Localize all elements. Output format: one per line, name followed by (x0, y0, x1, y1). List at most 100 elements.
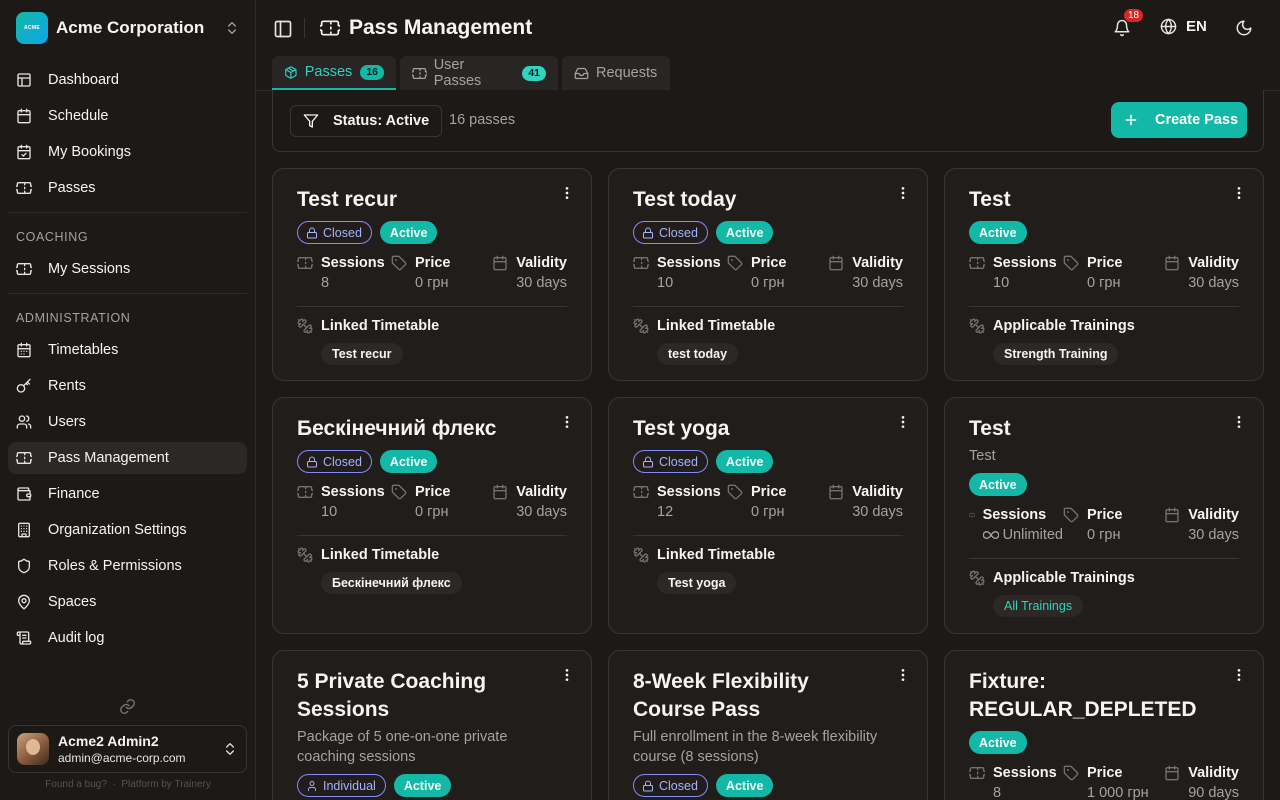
card-menu-button[interactable] (895, 185, 911, 201)
pass-title: Test (969, 417, 1011, 440)
card-menu-button[interactable] (559, 185, 575, 201)
pass-title: Test today (633, 188, 737, 211)
linked-chip[interactable]: Test recur (321, 343, 403, 365)
sidebar-item-schedule[interactable]: Schedule (8, 100, 247, 132)
card-menu-button[interactable] (1231, 185, 1247, 201)
user-menu[interactable]: Acme2 Admin2 admin@acme-corp.com (8, 725, 247, 773)
more-vertical-icon (1237, 416, 1241, 428)
pass-card[interactable]: Test Test Active Sessions Unlimited Price 0 гр… (944, 397, 1264, 634)
sidebar-item-audit-log[interactable]: Audit log (8, 622, 247, 654)
sidebar-item-timetables[interactable]: Timetables (8, 334, 247, 366)
org-logo: ACME (16, 12, 48, 44)
section-title: Applicable Trainings (993, 318, 1135, 334)
pass-title: Fixture: REGULAR_DEPLETED (969, 670, 1197, 721)
lock-icon (643, 456, 653, 467)
chevrons-up-down-icon (228, 22, 236, 34)
card-menu-button[interactable] (559, 667, 575, 683)
map-pin-icon (18, 594, 30, 610)
tab-label: User Passes (433, 57, 482, 89)
create-pass-button[interactable]: Create Pass (1111, 102, 1247, 138)
sidebar-item-dashboard[interactable]: Dashboard (8, 64, 247, 96)
sessions-value: 12 (657, 501, 721, 523)
stat-label: Price (751, 255, 787, 271)
sidebar-item-passes[interactable]: Passes (8, 172, 247, 204)
pass-title: Бескінечний флекс (297, 417, 497, 440)
pass-card[interactable]: Бескінечний флекс Closed Active Sessions 10 P… (272, 397, 592, 634)
sidebar-item-rents[interactable]: Rents (8, 370, 247, 402)
sessions-value-text: 8 (321, 275, 330, 291)
validity-stat: Validity 90 days (1157, 764, 1239, 800)
sidebar-item-label: Organization Settings (48, 522, 187, 538)
status-badge: Active (969, 473, 1027, 496)
sidebar-item-my-sessions[interactable]: My Sessions (8, 253, 247, 285)
sidebar-item-finance[interactable]: Finance (8, 478, 247, 510)
tab-requests[interactable]: Requests (562, 56, 670, 90)
sidebar-item-spaces[interactable]: Spaces (8, 586, 247, 618)
pass-description: Package of 5 one-on-one private coaching… (297, 729, 508, 765)
shield-icon (18, 558, 30, 574)
sidebar-item-users[interactable]: Users (8, 406, 247, 438)
link-icon[interactable] (119, 698, 136, 715)
pass-card[interactable]: Test today Closed Active Sessions 10 Price 0 г… (608, 168, 928, 381)
platform-credit[interactable]: Platform by Trainery (121, 779, 210, 790)
pass-card[interactable]: Test Active Sessions 10 Price 0 грн Validity 30… (944, 168, 1264, 381)
more-vertical-icon (565, 669, 569, 681)
status-filter-button[interactable]: Status: Active (290, 105, 443, 137)
card-menu-button[interactable] (1231, 667, 1247, 683)
linked-chip[interactable]: Strength Training (993, 343, 1119, 365)
sidebar-item-label: Audit log (48, 630, 105, 646)
linked-chip[interactable]: test today (657, 343, 739, 365)
sidebar-item-organization-settings[interactable]: Organization Settings (8, 514, 247, 546)
pass-card[interactable]: 5 Private Coaching Sessions Package of 5 … (272, 650, 592, 800)
sessions-stat: Sessions 12 (633, 483, 727, 523)
section-title: Applicable Trainings (993, 570, 1135, 586)
validity-value: 30 days (516, 275, 567, 291)
card-menu-button[interactable] (1231, 414, 1247, 430)
more-vertical-icon (901, 669, 905, 681)
dumbbell-icon (297, 547, 313, 563)
status-badge: Active (969, 221, 1027, 244)
sidebar-item-label: Dashboard (48, 72, 119, 88)
sidebar-toggle-icon[interactable] (273, 19, 293, 39)
stat-label: Price (415, 484, 451, 500)
pass-stats: Sessions 8 Price 1 000 грн Validity 90 days (969, 764, 1239, 800)
language-switcher[interactable]: EN (1160, 18, 1207, 35)
sidebar-item-pass-management[interactable]: Pass Management (8, 442, 247, 474)
sidebar-item-roles-permissions[interactable]: Roles & Permissions (8, 550, 247, 582)
badge-label: Closed (659, 778, 698, 793)
sidebar-item-label: Passes (48, 180, 96, 196)
pass-count-text: 16 passes (449, 112, 516, 128)
card-divider (969, 306, 1239, 307)
lock-icon (307, 456, 317, 467)
dumbbell-icon (969, 318, 985, 334)
moon-icon[interactable] (1235, 19, 1253, 37)
card-menu-button[interactable] (895, 667, 911, 683)
pass-title: 8-Week Flexibility Course Pass (633, 670, 809, 721)
pass-linked-section: Applicable Trainings (969, 317, 1239, 335)
tab-user-passes[interactable]: User Passes 41 (400, 56, 558, 90)
plus-icon (1125, 114, 1137, 126)
sidebar-item-my-bookings[interactable]: My Bookings (8, 136, 247, 168)
more-vertical-icon (1237, 669, 1241, 681)
closed-badge: Closed (633, 450, 708, 473)
linked-chip[interactable]: Бескінечний флекс (321, 572, 462, 594)
stat-label: Price (1087, 255, 1123, 271)
pass-card[interactable]: Test recur Closed Active Sessions 8 Price 0 гр… (272, 168, 592, 381)
pass-card[interactable]: Test yoga Closed Active Sessions 12 Price 0 гр… (608, 397, 928, 634)
card-menu-button[interactable] (895, 414, 911, 430)
page-title: Pass Management (349, 16, 533, 39)
stat-label: Sessions (993, 255, 1057, 271)
linked-chip[interactable]: Test yoga (657, 572, 737, 594)
card-menu-button[interactable] (559, 414, 575, 430)
org-switcher[interactable]: ACME Acme Corporation (16, 12, 240, 44)
sessions-value-text: 8 (993, 785, 1002, 800)
calendar-icon (493, 255, 507, 271)
report-bug-link[interactable]: Found a bug? (45, 779, 107, 790)
tab-passes[interactable]: Passes 16 (272, 56, 396, 90)
more-vertical-icon (565, 416, 569, 428)
linked-chip[interactable]: All Trainings (993, 595, 1084, 617)
sidebar-item-label: My Bookings (48, 144, 132, 160)
pass-card[interactable]: Fixture: REGULAR_DEPLETED Active Sessions 8… (944, 650, 1264, 800)
pass-card[interactable]: 8-Week Flexibility Course Pass Full enrol… (608, 650, 928, 800)
pass-stats: Sessions Unlimited Price 0 грн Validity 30 da… (969, 506, 1239, 546)
